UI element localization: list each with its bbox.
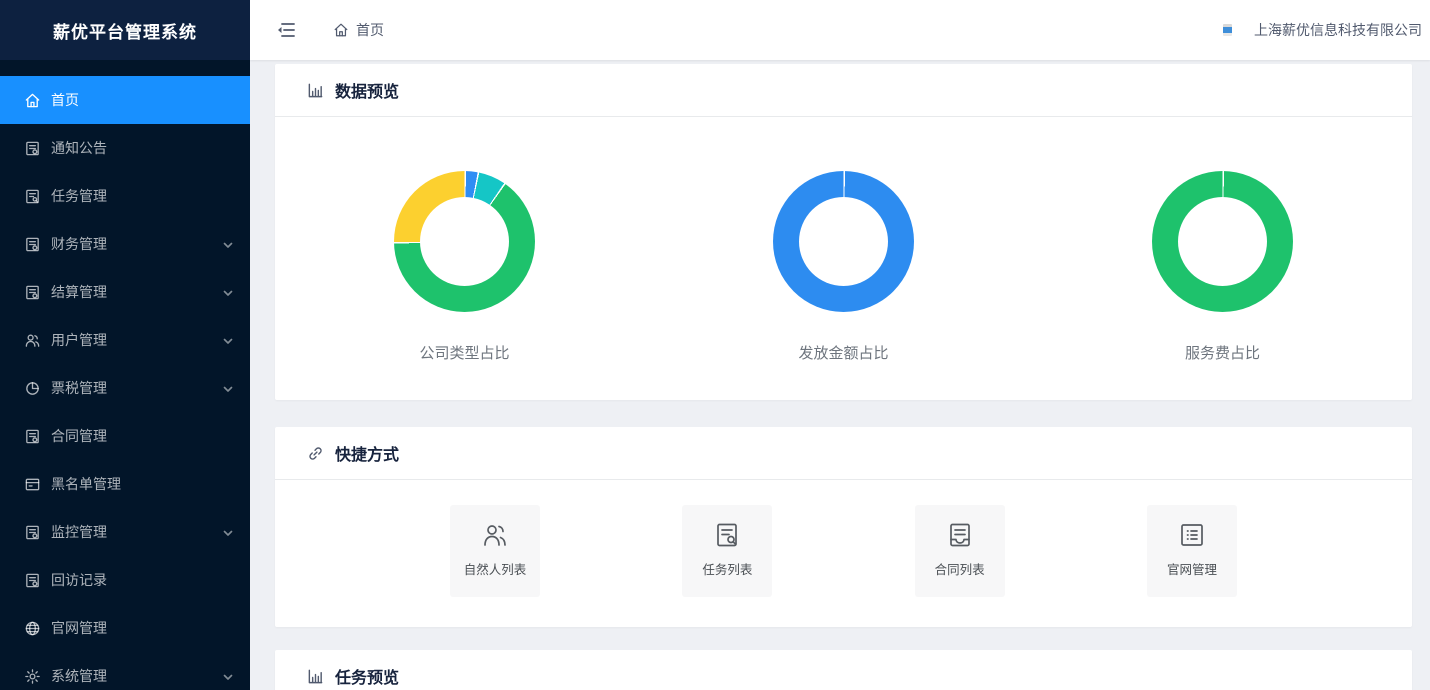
shortcut-row: 自然人列表 任务列表 合同列表 官网管理 — [275, 505, 1412, 597]
sidebar-item-settlement[interactable]: 结算管理 — [0, 268, 250, 316]
sidebar-item-system[interactable]: 系统管理 — [0, 652, 250, 690]
shortcut-label: 自然人列表 — [464, 559, 527, 578]
top-header: 首页 上海薪优信息科技有限公司 — [250, 0, 1430, 60]
section-title: 快捷方式 — [335, 441, 399, 465]
sidebar-item-label: 通知公告 — [51, 138, 234, 158]
settlement-icon — [24, 284, 41, 301]
chart-label: 公司类型占比 — [275, 342, 654, 363]
chart-company-type: 公司类型占比 — [275, 117, 654, 363]
chevron-down-icon — [222, 286, 234, 298]
home-icon — [24, 92, 41, 109]
donut-chart-row: 公司类型占比 发放金额占比 服务费占比 — [275, 117, 1412, 363]
sidebar-item-users[interactable]: 用户管理 — [0, 316, 250, 364]
link-icon — [307, 445, 324, 462]
people-icon — [480, 520, 510, 550]
chart-service-fee: 服务费占比 — [1033, 117, 1412, 363]
main-content: 数据预览 公司类型占比 发放金额占比 服务费占比 快捷方式 — [250, 60, 1430, 690]
shortcut-label: 任务列表 — [702, 559, 752, 578]
data-preview-header: 数据预览 — [275, 64, 1412, 117]
menu-fold-icon[interactable] — [275, 19, 297, 41]
shortcut-website-management[interactable]: 官网管理 — [1147, 505, 1237, 597]
header-user-area[interactable]: 上海薪优信息科技有限公司 — [1223, 20, 1422, 40]
header-left: 首页 — [250, 19, 384, 41]
company-name[interactable]: 上海薪优信息科技有限公司 — [1254, 20, 1422, 40]
sidebar-menu: 首页 通知公告 任务管理 财务管理 结算管理 — [0, 60, 250, 690]
sidebar-item-label: 任务管理 — [51, 186, 234, 206]
sidebar-item-label: 结算管理 — [51, 282, 222, 302]
sidebar-item-blacklist[interactable]: 黑名单管理 — [0, 460, 250, 508]
task-icon — [24, 188, 41, 205]
notice-icon — [24, 140, 41, 157]
users-icon — [24, 332, 41, 349]
sidebar-item-monitor[interactable]: 监控管理 — [0, 508, 250, 556]
sidebar-item-website[interactable]: 官网管理 — [0, 604, 250, 652]
section-title: 数据预览 — [335, 78, 399, 102]
sidebar-item-contract[interactable]: 合同管理 — [0, 412, 250, 460]
home-icon — [333, 22, 349, 38]
sidebar-item-visit[interactable]: 回访记录 — [0, 556, 250, 604]
sidebar-item-label: 用户管理 — [51, 330, 222, 350]
sidebar-item-tax[interactable]: 票税管理 — [0, 364, 250, 412]
shortcuts-card: 快捷方式 自然人列表 任务列表 合同列表 — [275, 427, 1412, 627]
avatar[interactable] — [1223, 24, 1232, 36]
website-globe-icon — [24, 620, 41, 637]
finance-icon — [24, 236, 41, 253]
donut-chart-service-fee[interactable] — [1152, 171, 1293, 312]
sidebar-item-label: 票税管理 — [51, 378, 222, 398]
website-list-icon — [1177, 520, 1207, 550]
shortcuts-header: 快捷方式 — [275, 427, 1412, 480]
contract-list-icon — [945, 520, 975, 550]
sidebar-item-task[interactable]: 任务管理 — [0, 172, 250, 220]
contract-icon — [24, 428, 41, 445]
shortcut-task-list[interactable]: 任务列表 — [682, 505, 772, 597]
bar-chart-icon — [307, 668, 324, 685]
chevron-down-icon — [222, 526, 234, 538]
breadcrumb-label: 首页 — [356, 20, 384, 40]
sidebar-item-label: 回访记录 — [51, 570, 234, 590]
donut-chart-company-type[interactable] — [394, 171, 535, 312]
shortcut-natural-person-list[interactable]: 自然人列表 — [450, 505, 540, 597]
sidebar-item-finance[interactable]: 财务管理 — [0, 220, 250, 268]
app-logo: 薪优平台管理系统 — [0, 0, 250, 60]
visit-icon — [24, 572, 41, 589]
chart-label: 服务费占比 — [1033, 342, 1412, 363]
chart-payment-amount: 发放金额占比 — [654, 117, 1033, 363]
chevron-down-icon — [222, 670, 234, 682]
sidebar-item-label: 黑名单管理 — [51, 474, 234, 494]
task-preview-header: 任务预览 — [275, 650, 1412, 690]
sidebar-item-label: 财务管理 — [51, 234, 222, 254]
sidebar-item-home[interactable]: 首页 — [0, 76, 250, 124]
sidebar-item-notice[interactable]: 通知公告 — [0, 124, 250, 172]
sidebar-item-label: 官网管理 — [51, 618, 234, 638]
chevron-down-icon — [222, 382, 234, 394]
task-preview-card: 任务预览 — [275, 650, 1412, 690]
blacklist-icon — [24, 476, 41, 493]
sidebar-item-label: 监控管理 — [51, 522, 222, 542]
shortcut-label: 合同列表 — [935, 559, 985, 578]
section-title: 任务预览 — [335, 664, 399, 688]
breadcrumb[interactable]: 首页 — [333, 20, 384, 40]
sidebar-item-label: 系统管理 — [51, 666, 222, 686]
data-preview-card: 数据预览 公司类型占比 发放金额占比 服务费占比 — [275, 64, 1412, 400]
app-title: 薪优平台管理系统 — [53, 18, 197, 43]
shortcut-label: 官网管理 — [1167, 559, 1217, 578]
shortcut-contract-list[interactable]: 合同列表 — [915, 505, 1005, 597]
donut-chart-payment-amount[interactable] — [773, 171, 914, 312]
chevron-down-icon — [222, 334, 234, 346]
sidebar-item-label: 首页 — [51, 90, 234, 110]
chevron-down-icon — [222, 238, 234, 250]
task-list-icon — [712, 520, 742, 550]
system-gear-icon — [24, 668, 41, 685]
bar-chart-icon — [307, 82, 324, 99]
sidebar: 薪优平台管理系统 首页 通知公告 任务管理 财务管理 — [0, 0, 250, 690]
chart-label: 发放金额占比 — [654, 342, 1033, 363]
monitor-icon — [24, 524, 41, 541]
tax-pie-icon — [24, 380, 41, 397]
sidebar-item-label: 合同管理 — [51, 426, 234, 446]
